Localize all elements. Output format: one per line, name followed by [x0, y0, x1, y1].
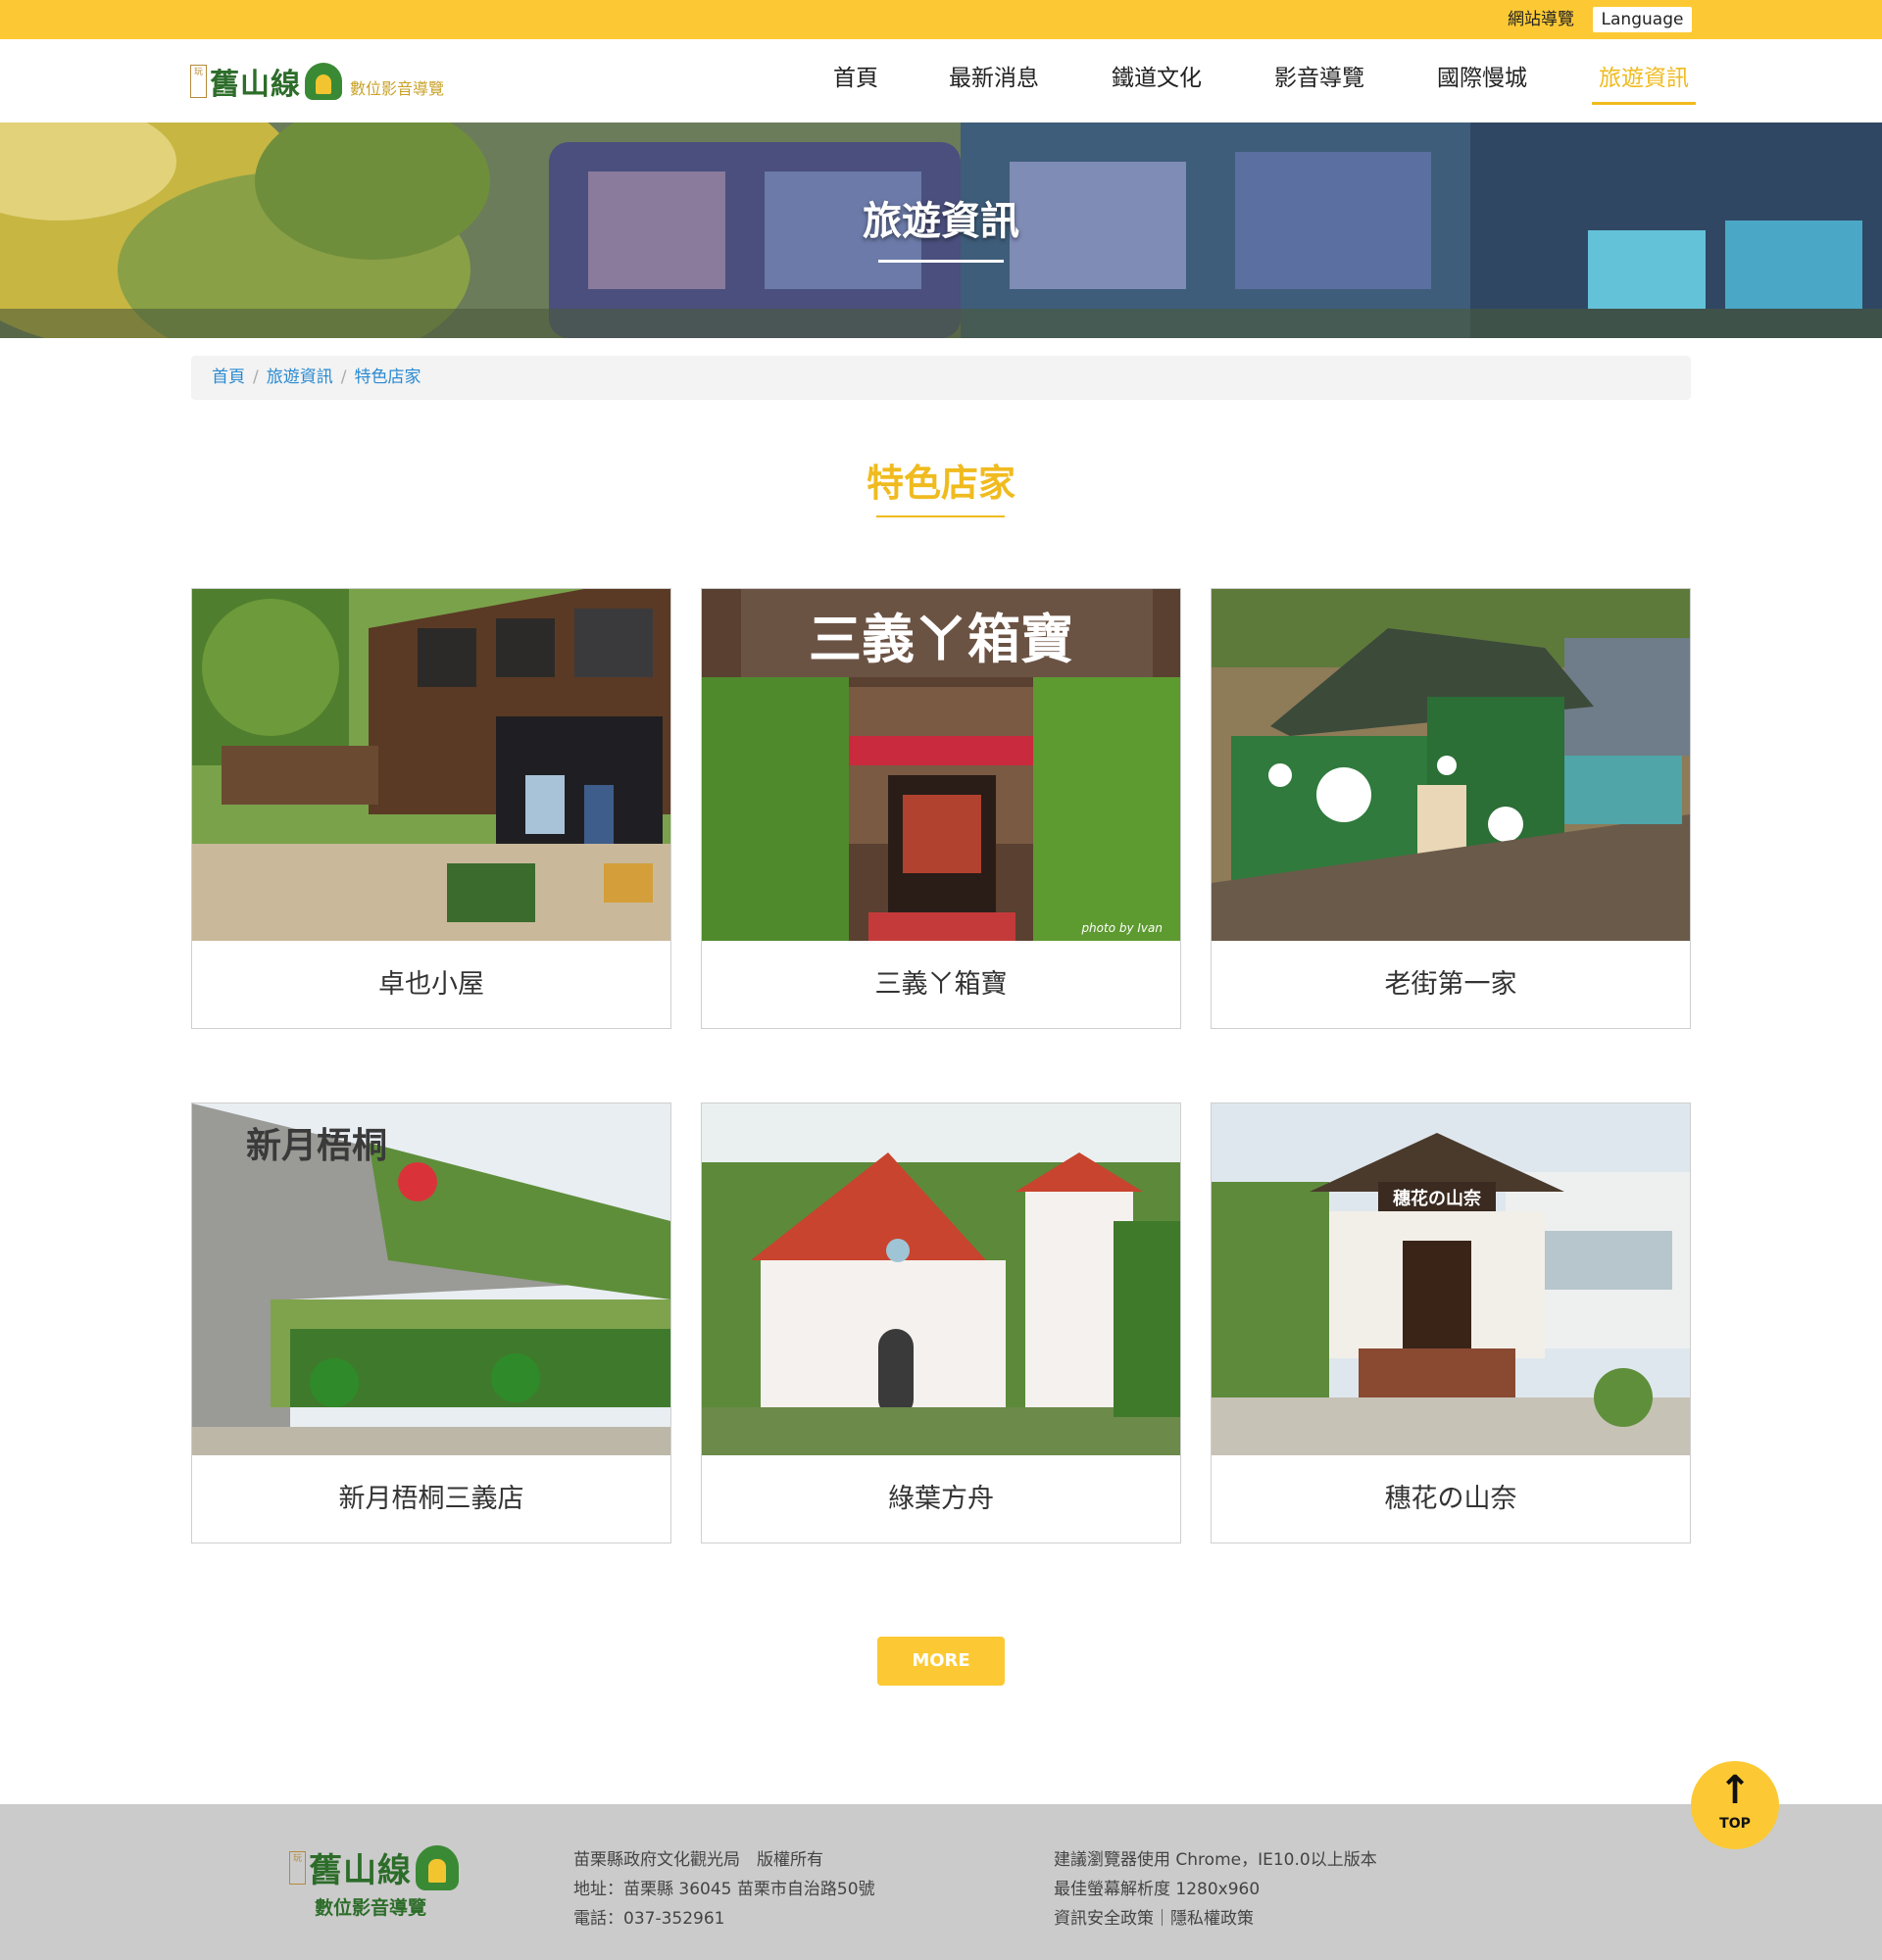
logo-title: 舊山線	[210, 68, 301, 102]
footer-policy-links[interactable]: 資訊安全政策｜隱私權政策	[1054, 1904, 1377, 1934]
breadcrumb-home[interactable]: 首頁	[212, 368, 245, 387]
arrow-up-icon: ↑	[1718, 1768, 1752, 1813]
nav-travel-info[interactable]: 旅遊資訊	[1592, 61, 1696, 105]
shop-card[interactable]: 綠葉方舟	[701, 1102, 1181, 1544]
footer-address: 地址：苗栗縣 36045 苗栗市自治路50號	[573, 1880, 875, 1899]
utility-bar: 網站導覽 Language	[0, 0, 1882, 39]
white-castle-photo[interactable]	[702, 1103, 1180, 1455]
logo-seal: 玩	[190, 65, 207, 98]
wooden-cabin-photo[interactable]: 穗花の山奈	[1212, 1103, 1690, 1455]
nav-video-guide[interactable]: 影音導覽	[1274, 61, 1364, 105]
logo-seal: 玩	[289, 1850, 306, 1885]
site-logo[interactable]: 玩 舊山線 數位影音導覽	[190, 61, 444, 102]
site-footer: 玩 舊山線 數位影音導覽 苗栗縣政府文化觀光局 版權所有 地址：苗栗縣 3604…	[0, 1804, 1882, 1960]
card-label[interactable]: 新月梧桐三義店	[192, 1455, 670, 1544]
sitemap-link[interactable]: 網站導覽	[1508, 7, 1574, 32]
shop-card[interactable]: 卓也小屋	[191, 588, 671, 1029]
card-label[interactable]: 三義ㄚ箱寶	[702, 941, 1180, 1029]
tunnel-icon	[305, 63, 342, 100]
card-label[interactable]: 老街第一家	[1212, 941, 1690, 1029]
breadcrumb-travel-info[interactable]: 旅遊資訊	[267, 368, 333, 387]
wooden-house-photo[interactable]	[192, 589, 670, 941]
footer-logo-title: 舊山線	[309, 1851, 412, 1890]
breadcrumb: 首頁 / 旅遊資訊 / 特色店家	[191, 356, 1691, 400]
shop-card[interactable]: 新月梧桐 新月梧桐三義店	[191, 1102, 671, 1544]
top-label: TOP	[1719, 1816, 1751, 1832]
footer-resolution-note: 最佳螢幕解析度 1280x960	[1054, 1880, 1261, 1899]
cabin-sign-text: 穗花の山奈	[1393, 1188, 1482, 1209]
footer-logo[interactable]: 玩 舊山線 數位影音導覽	[289, 1843, 485, 1932]
card-label[interactable]: 穗花の山奈	[1212, 1455, 1690, 1544]
card-label[interactable]: 綠葉方舟	[702, 1455, 1180, 1544]
footer-phone: 電話：037-352961	[573, 1909, 725, 1929]
tunnel-icon	[416, 1844, 459, 1890]
language-button[interactable]: Language	[1593, 7, 1692, 32]
footer-info: 建議瀏覽器使用 Chrome，IE10.0以上版本 最佳螢幕解析度 1280x9…	[1054, 1845, 1377, 1934]
nav-home[interactable]: 首頁	[833, 61, 878, 105]
shop-sign-text: 三義ㄚ箱寶	[809, 608, 1073, 670]
banner-underline	[878, 260, 1004, 263]
nav-railway-culture[interactable]: 鐵道文化	[1112, 61, 1202, 105]
photo-watermark: photo by Ivan	[1080, 921, 1163, 935]
banner-title: 旅遊資訊	[863, 199, 1019, 244]
logo-subtitle: 數位影音導覽	[350, 79, 445, 98]
shop-card[interactable]: 三義ㄚ箱寶 photo by Ivan 三義ㄚ箱寶	[701, 588, 1181, 1029]
nav-cittaslow[interactable]: 國際慢城	[1437, 61, 1527, 105]
green-painted-house-photo[interactable]	[1212, 589, 1690, 941]
section-title: 特色店家	[866, 462, 1015, 505]
shop-card[interactable]: 老街第一家	[1211, 588, 1691, 1029]
shop-card[interactable]: 穗花の山奈 穗花の山奈	[1211, 1102, 1691, 1544]
section-underline	[876, 515, 1005, 517]
footer-logo-subtitle: 數位影音導覽	[315, 1897, 427, 1919]
page-banner: 旅遊資訊	[0, 122, 1882, 338]
card-label[interactable]: 卓也小屋	[192, 941, 670, 1029]
footer-contact: 苗栗縣政府文化觀光局 版權所有 地址：苗栗縣 36045 苗栗市自治路50號 電…	[573, 1845, 875, 1934]
concrete-gate-photo[interactable]: 新月梧桐	[192, 1103, 670, 1455]
site-header: 玩 舊山線 數位影音導覽 首頁 最新消息 鐵道文化 影音導覽 國際慢城 旅遊資訊	[0, 39, 1882, 122]
footer-browser-note: 建議瀏覽器使用 Chrome，IE10.0以上版本	[1054, 1850, 1377, 1870]
more-button[interactable]: MORE	[877, 1637, 1005, 1686]
back-to-top-button[interactable]: ↑ TOP	[1691, 1761, 1779, 1849]
gate-sign-text: 新月梧桐	[246, 1125, 387, 1166]
breadcrumb-separator: /	[340, 368, 347, 387]
breadcrumb-separator: /	[253, 368, 259, 387]
footer-copyright: 苗栗縣政府文化觀光局 版權所有	[573, 1850, 823, 1870]
shop-entrance-photo[interactable]: 三義ㄚ箱寶 photo by Ivan	[702, 589, 1180, 941]
nav-news[interactable]: 最新消息	[949, 61, 1039, 105]
breadcrumb-current[interactable]: 特色店家	[354, 368, 421, 387]
